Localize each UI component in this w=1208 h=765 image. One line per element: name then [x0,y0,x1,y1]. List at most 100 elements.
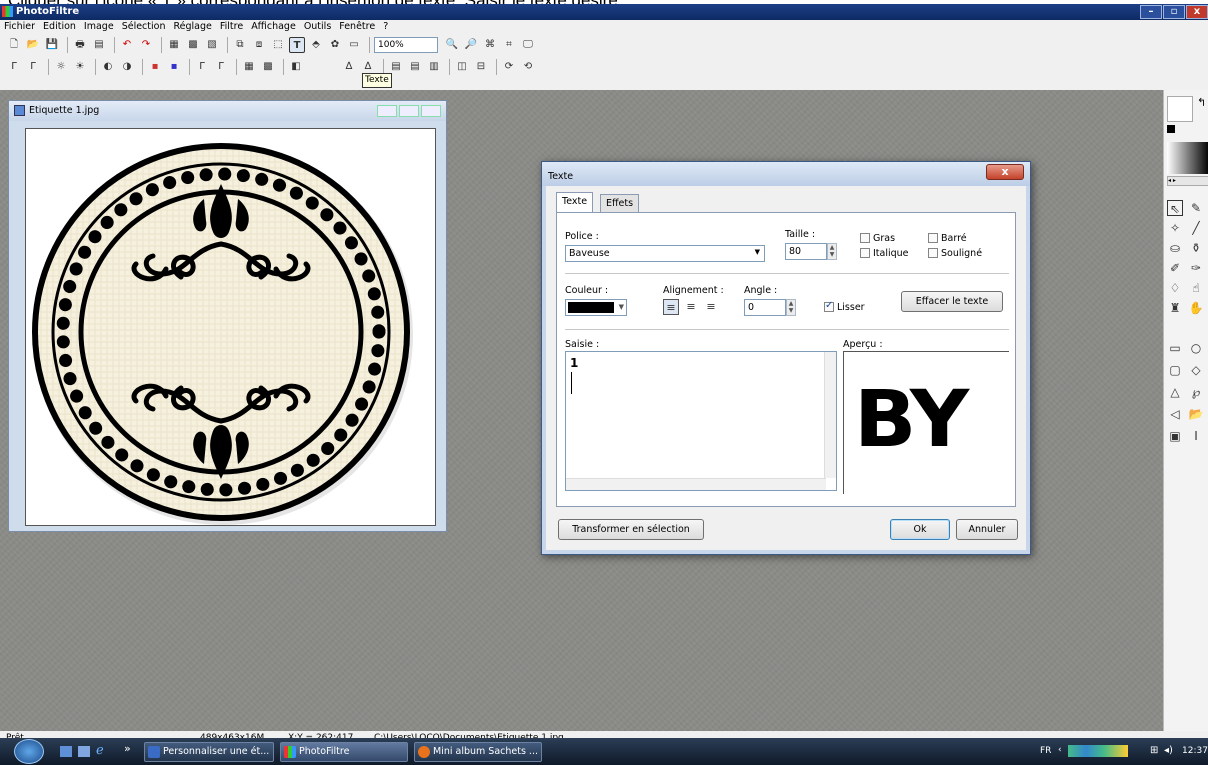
triangle-select-icon[interactable]: △ [1167,384,1183,400]
advanced-brush-icon[interactable]: ✑ [1188,260,1204,276]
horizontal-scrollbar[interactable] [566,478,826,490]
font-select[interactable]: Baveuse ▼ [565,245,765,262]
menu-fichier[interactable]: Fichier [0,20,39,33]
color-mode-icon[interactable]: ▦ [166,37,182,53]
resize-image-icon[interactable]: ⧉ [232,37,248,53]
blur-tool-icon[interactable]: ♢ [1167,280,1183,296]
rounded-rect-select-icon[interactable]: ▢ [1167,362,1183,378]
zoom-select[interactable]: 100% [374,37,438,53]
filter-c-icon[interactable]: ▥ [426,59,442,75]
menu-outils[interactable]: Outils [300,20,335,33]
contrast-up-icon[interactable]: ◑ [119,59,135,75]
vertical-scrollbar[interactable] [824,352,836,478]
open-shape-icon[interactable]: 📂 [1188,406,1204,422]
background-color-swatch[interactable] [1167,96,1193,122]
hand-tool-icon[interactable]: ✋ [1188,300,1204,316]
tray-icons[interactable] [1068,745,1128,757]
cancel-button[interactable]: Annuler [956,519,1018,540]
transform-selection-button[interactable]: Transformer en sélection [558,519,704,540]
brightness-down-icon[interactable]: ☼ [53,59,69,75]
underline-checkbox[interactable] [928,248,938,258]
polygon-select-icon[interactable]: ◁ [1167,406,1183,422]
redo-icon[interactable]: ↷ [138,37,154,53]
filter-b-icon[interactable]: ▤ [407,59,423,75]
align-left-icon[interactable]: ≡ [663,299,679,315]
lasso-icon[interactable]: ℘ [1188,384,1204,400]
new-icon[interactable]: 🗋 [6,37,22,53]
size-field[interactable]: 80 [785,243,827,260]
swap-colors-icon[interactable]: ↰ [1197,96,1206,109]
menu-affichage[interactable]: Affichage [247,20,300,33]
menu-image[interactable]: Image [80,20,118,33]
italic-checkbox[interactable] [860,248,870,258]
tab-effets[interactable]: Effets [600,194,640,213]
stamp-tool-icon[interactable]: ♜ [1167,300,1183,316]
image-close-button[interactable] [421,105,441,117]
flip-h-icon[interactable]: ◫ [454,59,470,75]
task-photofiltre[interactable]: PhotoFiltre [280,742,408,762]
undo-icon[interactable]: ↶ [119,37,135,53]
gamma-up-icon[interactable]: Γ [213,59,229,75]
palette-icon[interactable]: ▧ [204,37,220,53]
select-all-icon[interactable]: ▣ [1167,428,1183,444]
fullscreen-icon[interactable]: 🖵 [520,37,536,53]
canvas-size-icon[interactable]: ⧈ [251,37,267,53]
menu-selection[interactable]: Sélection [118,20,170,33]
menu-fenetre[interactable]: Fenêtre [335,20,379,33]
task-word[interactable]: Personnaliser une ét... [144,742,274,762]
magic-wand-icon[interactable]: ✧ [1167,220,1183,236]
flip-v-icon[interactable]: ⊟ [473,59,489,75]
invert-icon[interactable]: ◧ [288,59,304,75]
blur-icon[interactable]: ∆ [341,59,357,75]
smooth-checkbox[interactable] [824,300,834,312]
fill-tool-icon[interactable]: ⛀ [1167,240,1183,256]
ellipse-select-icon[interactable]: ○ [1188,340,1204,356]
line-tool-icon[interactable]: ╱ [1188,220,1204,236]
grayscale-icon[interactable]: ▦ [241,59,257,75]
spray-tool-icon[interactable]: ⚱ [1188,240,1204,256]
clear-text-button[interactable]: Effacer le texte [901,291,1003,312]
color-select[interactable]: ▼ [565,299,627,316]
align-center-icon[interactable]: ≡ [683,299,699,315]
text-input-area[interactable]: 1 [565,351,837,491]
text-select-icon[interactable]: Ⅰ [1188,428,1204,444]
volume-icon[interactable]: ◂) [1164,745,1173,756]
internet-explorer-icon[interactable]: ℯ [96,743,104,758]
menu-help[interactable]: ? [379,20,392,33]
rotate-icon[interactable]: ⟳ [501,59,517,75]
switch-windows-icon[interactable] [78,746,90,757]
pointer-tool-icon[interactable]: ⇖ [1167,200,1183,216]
maximize-button[interactable]: ▫ [1163,5,1185,19]
rectangle-select-icon[interactable]: ▭ [1167,340,1183,356]
contrast-down-icon[interactable]: ◐ [100,59,116,75]
text-tool-icon[interactable]: T [289,37,305,53]
show-desktop-icon[interactable] [60,746,72,757]
auto-levels-icon[interactable]: Γ [6,59,22,75]
crop-icon[interactable]: ⬚ [270,37,286,53]
auto-contrast-icon[interactable]: Γ [25,59,41,75]
fit-icon[interactable]: ⌘ [482,37,498,53]
tray-expand-icon[interactable]: ‹ [1058,745,1062,755]
start-button[interactable] [14,739,44,764]
image-canvas[interactable] [25,128,436,526]
scan-icon[interactable]: ▤ [91,37,107,53]
menu-filtre[interactable]: Filtre [216,20,247,33]
brush-tool-icon[interactable]: ✐ [1167,260,1183,276]
save-icon[interactable]: 💾 [44,37,60,53]
tab-texte[interactable]: Texte [556,192,594,213]
image-maximize-button[interactable] [399,105,419,117]
diamond-select-icon[interactable]: ◇ [1188,362,1204,378]
angle-field[interactable]: 0 [744,299,786,316]
foreground-color-swatch[interactable] [1167,125,1175,133]
language-indicator[interactable]: FR [1040,746,1051,756]
open-icon[interactable]: 📂 [25,37,41,53]
stamp-icon[interactable]: ✿ [327,37,343,53]
zoom-out-icon[interactable]: 🔎 [463,37,479,53]
clock[interactable]: 12:37 [1182,746,1208,756]
network-icon[interactable]: ⊞ [1150,745,1158,756]
image-minimize-button[interactable] [377,105,397,117]
zoom-in-icon[interactable]: 🔍 [444,37,460,53]
window-icon[interactable]: ▭ [346,37,362,53]
brightness-up-icon[interactable]: ☀ [72,59,88,75]
task-firefox[interactable]: Mini album Sachets ... [414,742,542,762]
